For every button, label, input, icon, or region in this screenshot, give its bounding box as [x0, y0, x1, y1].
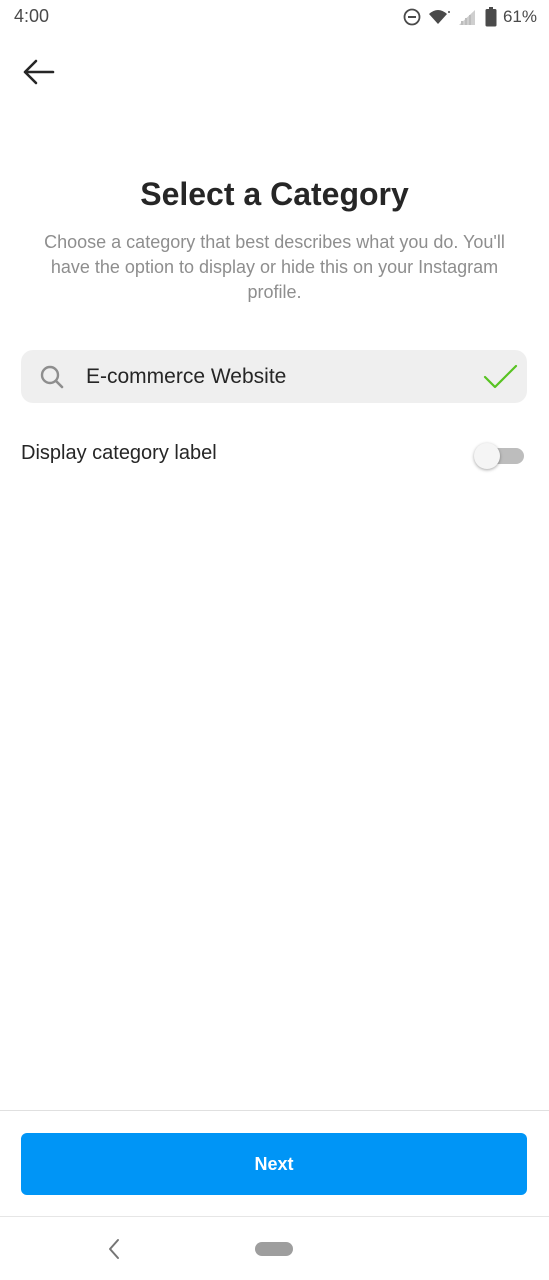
checkmark-icon	[483, 364, 519, 395]
search-icon	[39, 364, 65, 395]
toggle-label: Display category label	[21, 442, 217, 464]
page-title: Select a Category	[140, 176, 409, 212]
nav-back-button[interactable]	[100, 1235, 128, 1263]
arrow-left-icon	[23, 59, 55, 85]
next-button[interactable]: Next	[21, 1133, 527, 1195]
display-category-row: Display category label	[21, 435, 527, 475]
search-input-value[interactable]: E-commerce Website	[86, 365, 286, 389]
toggle-thumb	[474, 443, 500, 469]
back-button[interactable]	[18, 54, 58, 90]
do-not-disturb-icon	[403, 8, 421, 26]
battery-percent: 61%	[502, 7, 537, 26]
battery-icon	[485, 7, 497, 27]
signal-icon	[457, 8, 479, 26]
category-search-field[interactable]: E-commerce Website	[21, 350, 527, 403]
system-nav-bar	[0, 1216, 549, 1280]
page-description: Choose a category that best describes wh…	[44, 232, 505, 302]
nav-home-pill[interactable]	[255, 1242, 293, 1256]
wifi-icon	[427, 8, 451, 26]
display-category-toggle[interactable]	[474, 443, 524, 469]
nav-back-icon	[109, 1239, 119, 1259]
status-icons: 61%	[403, 6, 537, 28]
footer-divider	[0, 1110, 549, 1111]
status-bar: 4:00 61%	[0, 0, 549, 34]
status-time: 4:00	[14, 6, 50, 26]
